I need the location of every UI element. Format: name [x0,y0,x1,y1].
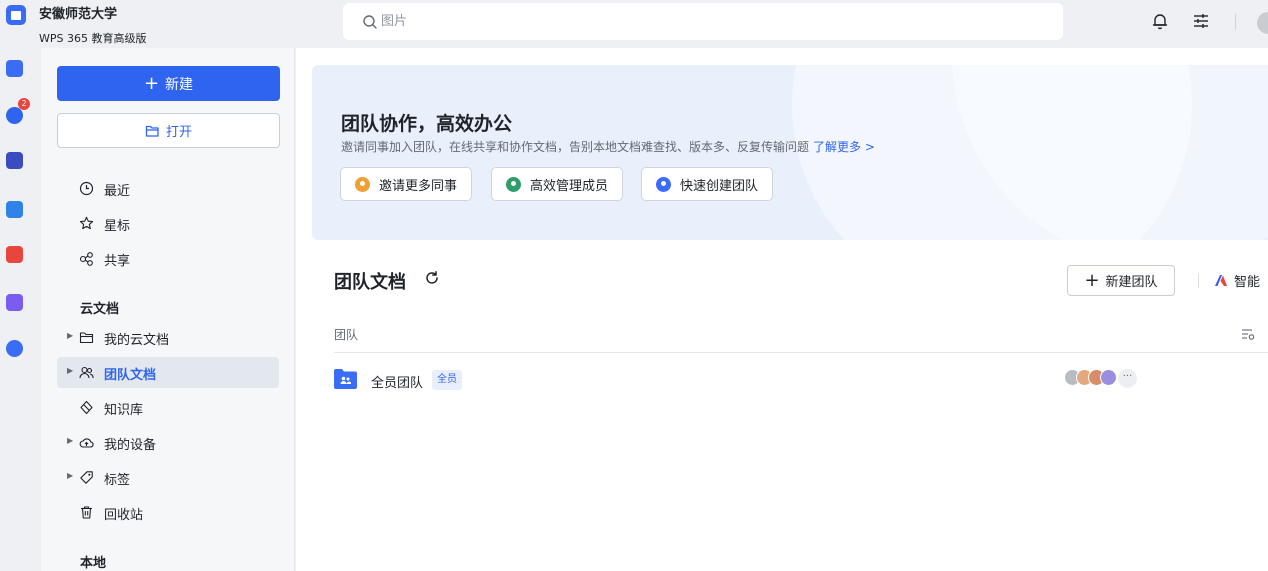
sidebar-item-my-devices[interactable]: ▶ 我的设备 [57,427,279,458]
messages-app-icon[interactable] [6,107,23,124]
search-icon [363,15,377,29]
smart-button[interactable]: 智能 [1214,271,1260,290]
manage-members-button[interactable]: 高效管理成员 [491,167,624,201]
invite-colleagues-button[interactable]: 邀请更多同事 [340,167,473,201]
open-folder-icon [145,125,159,137]
new-team-button[interactable]: + 新建团队 [1067,265,1175,296]
open-button[interactable]: 打开 [57,113,280,148]
plus-icon: + [1084,269,1100,291]
clock-icon [79,181,94,196]
smart-logo-icon [1215,275,1227,286]
learn-more-link[interactable]: 了解更多 > [813,140,875,154]
toolbar-divider [1198,274,1199,288]
expand-arrow-icon[interactable]: ▶ [67,331,73,340]
create-team-button[interactable]: 快速创建团队 [641,167,774,201]
column-header-team: 团队 [334,328,359,342]
section-local: 本地 [80,556,107,571]
team-icon [79,366,94,379]
share-icon [79,252,93,266]
expand-arrow-icon[interactable]: ▶ [67,471,73,480]
sidebar-item-knowledge-base[interactable]: 知识库 [57,392,279,423]
cloud-device-icon [79,438,94,448]
sidebar-item-recent[interactable]: 最近 [57,173,279,204]
trash-icon [81,506,92,519]
folder-icon [79,332,94,344]
calendar-app-icon[interactable] [6,201,23,218]
user-avatar[interactable] [1257,12,1268,34]
page-title: 团队文档 [334,272,406,293]
docs-app-icon[interactable] [6,60,23,77]
avatar [1100,369,1117,386]
ai-assistant-icon[interactable] [6,340,23,357]
refresh-icon[interactable] [424,270,440,286]
member-avatars[interactable]: ··· [1064,369,1154,389]
sidebar-item-starred[interactable]: 星标 [57,208,279,239]
org-logo[interactable] [6,5,26,25]
team-create-icon [656,176,671,192]
plus-icon: + [143,72,160,94]
unread-badge: 2 [18,98,30,110]
team-name[interactable]: 全员团队 [371,372,423,391]
search-input[interactable] [381,9,981,34]
header-divider [334,352,1268,353]
sidebar: + 新建 打开 最近 星标 共享 云文档 ▶ 我的云文档 ▶ 团队文档 知识库 … [41,48,295,571]
sidebar-item-tags[interactable]: ▶ 标签 [57,462,279,493]
org-name[interactable]: 安徽师范大学 [39,3,117,22]
meeting-app-icon[interactable] [6,246,23,263]
main-content: 团队协作，高效办公 邀请同事加入团队，在线共享和协作文档，告别本地文档难查找、版… [296,48,1268,571]
settings-sliders-icon[interactable] [1191,11,1211,31]
manage-icon [506,176,521,192]
toolbar-divider [1235,14,1236,30]
org-edition: WPS 365 教育高级版 [39,32,147,45]
sidebar-item-my-cloud-docs[interactable]: ▶ 我的云文档 [57,322,279,353]
sidebar-item-shared[interactable]: 共享 [57,243,279,274]
mail-app-icon[interactable] [6,152,23,169]
banner-title: 团队协作，高效办公 [341,113,513,135]
tag-icon [80,471,93,484]
top-bar: 安徽师范大学 WPS 365 教育高级版 [0,0,1268,48]
team-tag-badge: 全员 [432,370,462,390]
column-settings-icon[interactable] [1241,327,1255,341]
bell-icon[interactable] [1150,11,1170,31]
expand-arrow-icon[interactable]: ▶ [67,366,73,375]
more-members-icon[interactable]: ··· [1118,369,1137,388]
banner-description: 邀请同事加入团队，在线共享和协作文档，告别本地文档难查找、版本多、反复传输问题了… [341,140,875,154]
sidebar-item-trash[interactable]: 回收站 [57,497,279,528]
search-box[interactable] [343,3,1063,40]
new-button[interactable]: + 新建 [57,66,280,101]
invite-icon [355,176,370,192]
workspace-app-icon[interactable] [6,294,23,311]
star-icon [79,216,94,230]
team-folder-icon [334,369,357,389]
expand-arrow-icon[interactable]: ▶ [67,436,73,445]
team-banner: 团队协作，高效办公 邀请同事加入团队，在线共享和协作文档，告别本地文档难查找、版… [312,65,1268,240]
table-row[interactable]: 全员团队 全员 ··· [334,366,1268,394]
app-rail [0,48,30,571]
sidebar-item-team-docs[interactable]: ▶ 团队文档 [57,357,279,388]
knowledge-icon [80,400,93,415]
section-cloud-docs: 云文档 [80,302,120,317]
